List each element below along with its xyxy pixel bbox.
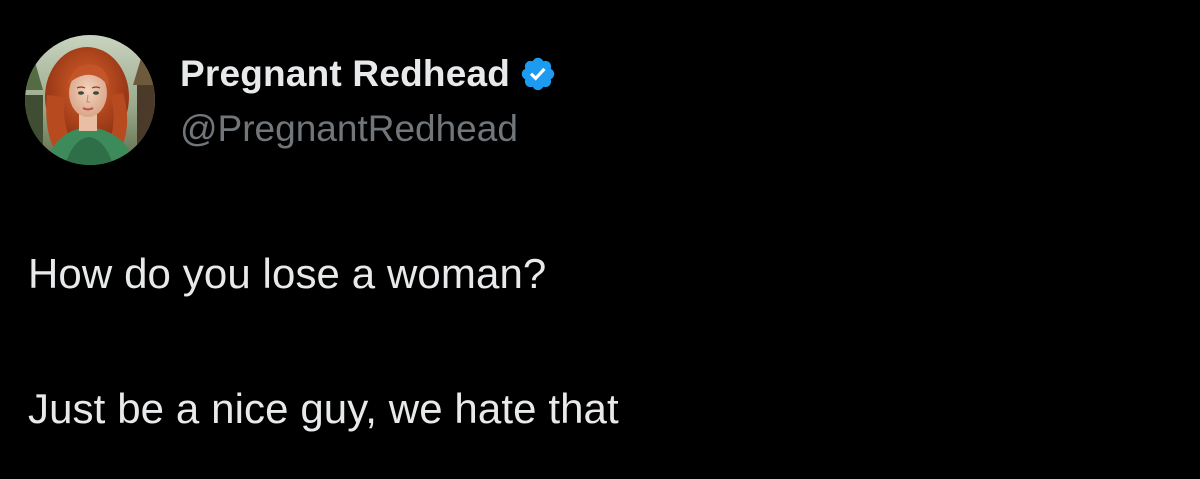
- avatar-image: [25, 35, 155, 165]
- verified-badge-icon[interactable]: [519, 55, 557, 93]
- author-handle[interactable]: @PregnantRedhead: [180, 108, 518, 150]
- avatar[interactable]: [25, 35, 155, 165]
- tweet-text-line: Just be a nice guy, we hate that: [28, 385, 619, 432]
- author-name-row: Pregnant Redhead: [180, 52, 557, 96]
- tweet-text-line: How do you lose a woman?: [28, 250, 547, 297]
- tweet-card: Pregnant Redhead @PregnantRedhead How do…: [0, 0, 1200, 479]
- author-display-name[interactable]: Pregnant Redhead: [180, 53, 510, 95]
